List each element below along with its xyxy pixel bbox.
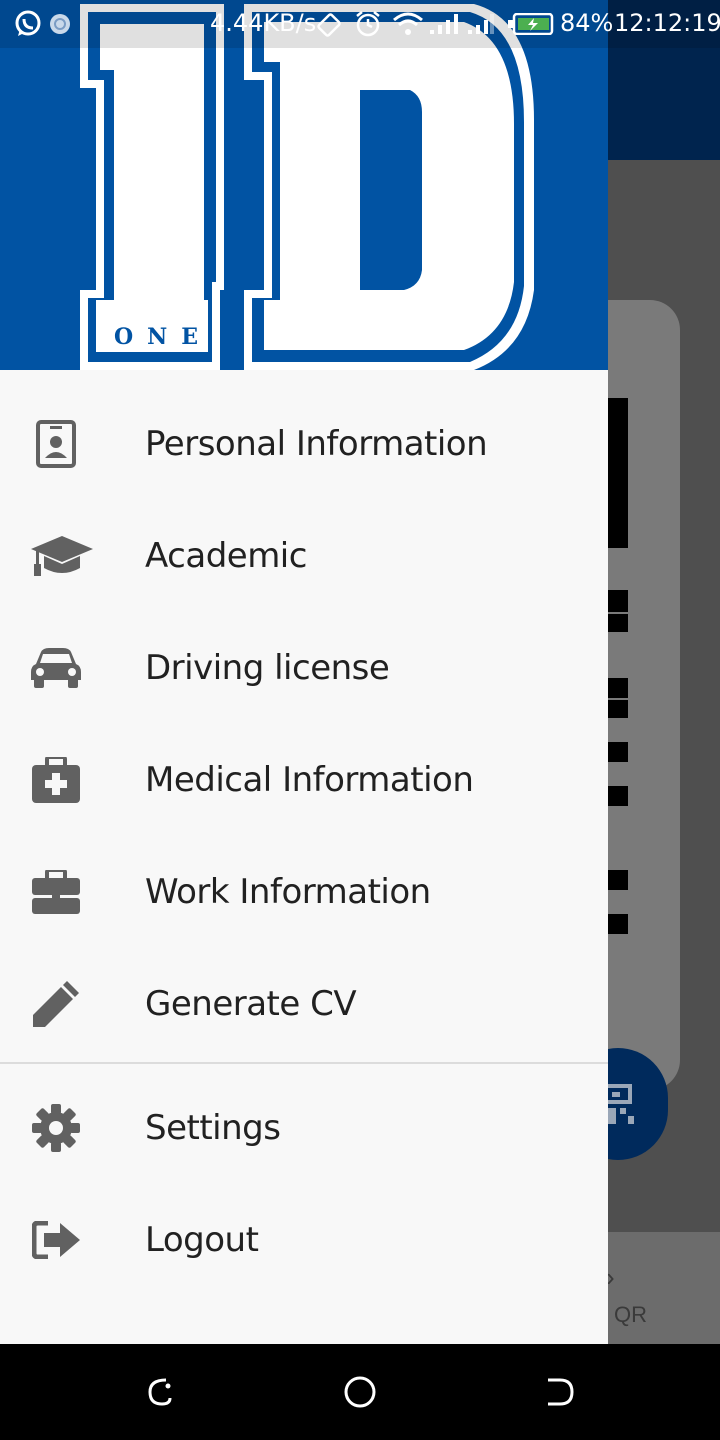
- menu-item-label: Logout: [145, 1220, 259, 1260]
- pencil-icon: [28, 976, 84, 1032]
- logout-icon: [28, 1212, 84, 1268]
- clock: 12:12:19: [614, 9, 720, 37]
- menu-item-label: Medical Information: [145, 760, 474, 800]
- alarm-icon: [356, 11, 380, 37]
- id-card-icon: [28, 416, 84, 472]
- menu-item-settings[interactable]: Settings: [0, 1072, 608, 1184]
- medical-kit-icon: [28, 752, 84, 808]
- menu-item-driving-license[interactable]: Driving license: [0, 612, 608, 724]
- menu-item-academic[interactable]: Academic: [0, 500, 608, 612]
- menu-item-label: Generate CV: [145, 984, 357, 1024]
- signal-icon: [468, 14, 494, 34]
- car-icon: [28, 640, 84, 696]
- signal-icon: [430, 14, 458, 34]
- qr-icon: [604, 1084, 634, 1124]
- qr-code-fragment: [608, 786, 628, 806]
- menu-item-logout[interactable]: Logout: [0, 1184, 608, 1296]
- gear-icon: [28, 1100, 84, 1156]
- battery-percent: 84%: [560, 9, 614, 37]
- rotate-icon: [317, 13, 341, 37]
- menu-item-medical-information[interactable]: Medical Information: [0, 724, 608, 836]
- home-icon[interactable]: [340, 1372, 380, 1412]
- recents-icon[interactable]: [540, 1372, 580, 1412]
- app-logo: ONE: [80, 4, 534, 370]
- qr-code-fragment: [608, 870, 628, 890]
- qr-code-fragment: [608, 614, 628, 632]
- menu-item-label: Personal Information: [145, 424, 488, 464]
- qr-code-fragment: [608, 678, 628, 698]
- menu-item-label: Driving license: [145, 648, 390, 688]
- logo-one-text: ONE: [114, 324, 212, 350]
- qr-code-fragment: [608, 590, 628, 612]
- system-navigation-bar: [0, 1344, 720, 1440]
- menu-item-label: Work Information: [145, 872, 431, 912]
- bottom-tab-qr-label[interactable]: QR: [614, 1302, 647, 1328]
- qr-code-fragment: [608, 700, 628, 718]
- wifi-icon: [393, 12, 423, 35]
- graduation-cap-icon: [30, 528, 94, 584]
- qr-code-fragment: [608, 914, 628, 934]
- briefcase-icon: [28, 864, 84, 920]
- drawer-header: ONE: [0, 0, 608, 370]
- menu-item-work-information[interactable]: Work Information: [0, 836, 608, 948]
- qr-code-fragment: [608, 742, 628, 762]
- qr-code-fragment: [608, 398, 628, 548]
- status-bar: 4.44KB/s 84% 12:12:19: [0, 0, 720, 48]
- menu-item-label: Settings: [145, 1108, 281, 1148]
- navigation-drawer: ONE Personal Information Academic Drivin…: [0, 0, 608, 1344]
- menu-item-personal-information[interactable]: Personal Information: [0, 388, 608, 500]
- sync-icon: [50, 14, 70, 34]
- battery-charging-icon: [508, 13, 554, 35]
- network-speed: 4.44KB/s: [210, 9, 317, 37]
- divider: [0, 1062, 608, 1064]
- menu-item-label: Academic: [145, 536, 307, 576]
- back-icon[interactable]: [140, 1372, 180, 1412]
- whatsapp-icon: [15, 10, 41, 36]
- menu-item-generate-cv[interactable]: Generate CV: [0, 948, 608, 1060]
